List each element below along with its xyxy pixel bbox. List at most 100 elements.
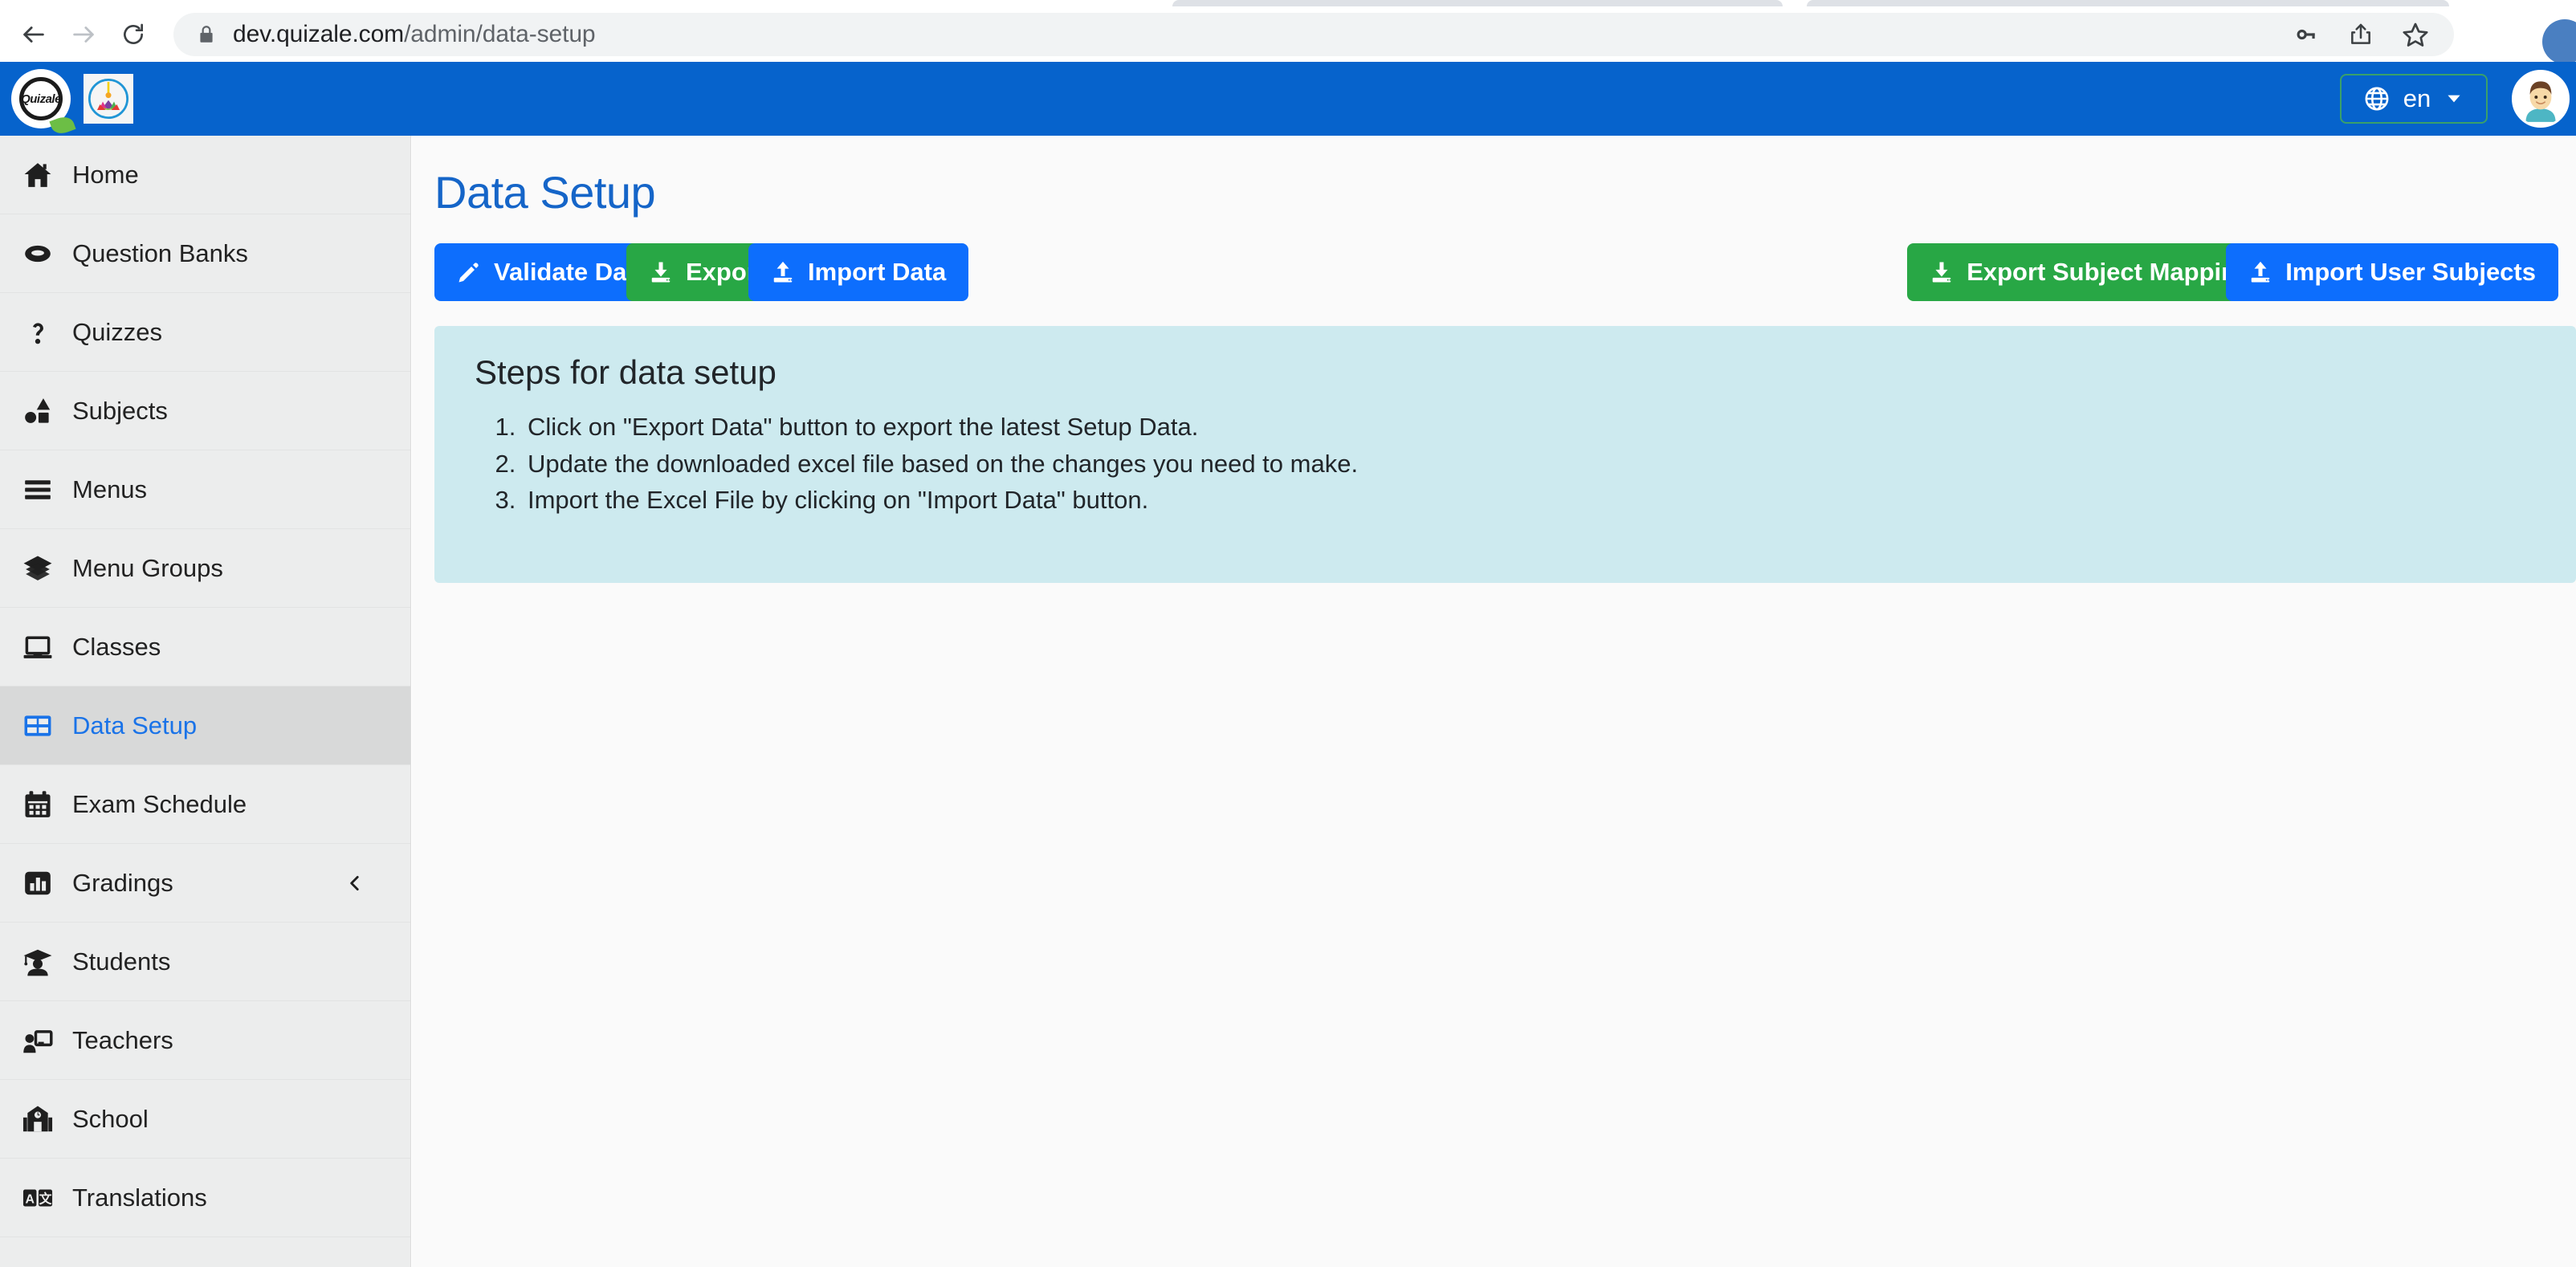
quizale-logo[interactable]: Quizale xyxy=(11,69,71,128)
share-glyph xyxy=(2348,22,2374,47)
svg-text:A: A xyxy=(25,1192,35,1206)
sidebar-item-school[interactable]: School xyxy=(0,1080,410,1159)
sidebar-item-teachers[interactable]: Teachers xyxy=(0,1001,410,1080)
sidebar-item-gradings[interactable]: Gradings xyxy=(0,844,410,923)
bookmark-star-icon[interactable] xyxy=(2399,18,2431,51)
share-icon[interactable] xyxy=(2345,18,2377,51)
star-glyph xyxy=(2402,21,2429,48)
avatar-illustration-icon xyxy=(2514,70,2567,128)
sidebar-item-students[interactable]: Students xyxy=(0,923,410,1001)
language-selector[interactable]: en xyxy=(2340,74,2488,124)
browser-tab-strip xyxy=(0,0,2576,6)
main-content: Data Setup Validate Data E xyxy=(412,136,2576,1267)
globe-icon xyxy=(2363,85,2391,112)
step-item: Update the downloaded excel file based o… xyxy=(523,448,2576,480)
steps-info-panel: Steps for data setup Click on "Export Da… xyxy=(434,326,2576,583)
sidebar-item-menu-groups[interactable]: Menu Groups xyxy=(0,529,410,608)
browser-profile-avatar[interactable] xyxy=(2542,19,2576,64)
graduate-icon xyxy=(22,947,69,977)
sidebar-item-label: Subjects xyxy=(72,397,168,426)
browser-tab[interactable] xyxy=(1807,0,2449,6)
pencil-glyph xyxy=(457,260,481,284)
hamburger-icon xyxy=(22,475,69,505)
quizale-leaf-icon xyxy=(49,114,75,136)
chevron-left-icon[interactable] xyxy=(344,873,365,894)
padlock-glyph xyxy=(196,24,217,45)
sidebar-item-quizzes[interactable]: Quizzes xyxy=(0,293,410,372)
layers-icon xyxy=(22,553,69,584)
lotus-logo-icon xyxy=(86,76,131,121)
sidebar-item-translations[interactable]: A文Translations xyxy=(0,1159,410,1237)
sidebar-item-classes[interactable]: Classes xyxy=(0,608,410,686)
sidebar-item-label: Exam Schedule xyxy=(72,790,247,819)
download-glyph xyxy=(1930,260,1954,284)
sidebar-item-label: Students xyxy=(72,947,170,976)
sidebar-item-question-banks[interactable]: Question Banks xyxy=(0,214,410,293)
upload-icon xyxy=(771,260,795,284)
forward-arrow-icon xyxy=(70,21,97,48)
sidebar-item-label: Gradings xyxy=(72,869,173,898)
import-data-button[interactable]: Import Data xyxy=(748,243,968,301)
password-key-icon[interactable] xyxy=(2290,18,2322,51)
sidebar-nav: Home Question Banks Quizzes Subjects Menus Me… xyxy=(0,136,411,1267)
chevron-down-icon xyxy=(2444,88,2464,109)
steps-info-title: Steps for data setup xyxy=(475,353,2576,392)
reload-button[interactable] xyxy=(111,12,156,57)
back-arrow-icon xyxy=(20,21,47,48)
school-logo[interactable] xyxy=(84,74,133,124)
language-label: en xyxy=(2403,84,2431,113)
teacher-icon xyxy=(22,1025,69,1056)
grid-table-icon xyxy=(22,711,69,741)
sidebar-item-label: Question Banks xyxy=(72,239,248,268)
question-mark-icon xyxy=(22,317,69,348)
svg-text:文: 文 xyxy=(39,1191,52,1206)
download-icon xyxy=(649,260,673,284)
sidebar-item-menus[interactable]: Menus xyxy=(0,450,410,529)
action-button-row: Validate Data Export Data xyxy=(434,243,2558,301)
import-user-subjects-label: Import User Subjects xyxy=(2285,258,2536,287)
sidebar-item-label: Menu Groups xyxy=(72,554,223,583)
bar-chart-icon xyxy=(22,868,69,898)
export-subject-mapping-button[interactable]: Export Subject Mapping xyxy=(1907,243,2274,301)
sidebar-item-label: Menus xyxy=(72,475,147,504)
quizale-logo-ring: Quizale xyxy=(19,77,63,120)
import-data-label: Import Data xyxy=(808,258,946,287)
quizale-logo-text: Quizale xyxy=(21,92,61,106)
lock-icon xyxy=(194,22,218,47)
browser-toolbar: dev.quizale.com/admin/data-setup xyxy=(0,6,2576,62)
sidebar-item-label: Translations xyxy=(72,1183,207,1212)
translate-icon: A文 xyxy=(22,1183,69,1213)
upload-icon xyxy=(2248,260,2272,284)
browser-tab[interactable] xyxy=(1172,0,1783,6)
upload-glyph xyxy=(771,260,795,284)
key-glyph xyxy=(2293,22,2319,47)
sidebar-item-label: School xyxy=(72,1105,149,1134)
school-icon xyxy=(22,1104,69,1135)
step-item: Click on "Export Data" button to export … xyxy=(523,411,2576,443)
bank-icon xyxy=(22,238,69,269)
address-bar[interactable]: dev.quizale.com/admin/data-setup xyxy=(173,13,2454,56)
sidebar-item-label: Data Setup xyxy=(72,711,197,740)
step-item: Import the Excel File by clicking on "Im… xyxy=(523,484,2576,516)
sidebar-item-exam-schedule[interactable]: Exam Schedule xyxy=(0,765,410,844)
home-icon xyxy=(22,160,69,190)
upload-glyph xyxy=(2248,260,2272,284)
calendar-icon xyxy=(22,789,69,820)
sidebar-item-label: Quizzes xyxy=(72,318,162,347)
page-title: Data Setup xyxy=(434,166,655,218)
back-button[interactable] xyxy=(11,12,56,57)
sidebar-item-label: Teachers xyxy=(72,1026,173,1055)
pencil-icon xyxy=(457,260,481,284)
laptop-icon xyxy=(22,632,69,662)
forward-button[interactable] xyxy=(61,12,106,57)
app-top-bar: Quizale en xyxy=(0,62,2576,136)
export-subject-mapping-label: Export Subject Mapping xyxy=(1967,258,2252,287)
shapes-icon xyxy=(22,396,69,426)
import-user-subjects-button[interactable]: Import User Subjects xyxy=(2226,243,2558,301)
sidebar-item-data-setup[interactable]: Data Setup xyxy=(0,686,410,765)
user-avatar[interactable] xyxy=(2512,70,2570,128)
sidebar-item-home[interactable]: Home xyxy=(0,136,410,214)
download-glyph xyxy=(649,260,673,284)
sidebar-item-subjects[interactable]: Subjects xyxy=(0,372,410,450)
sidebar-item-label: Home xyxy=(72,161,139,189)
